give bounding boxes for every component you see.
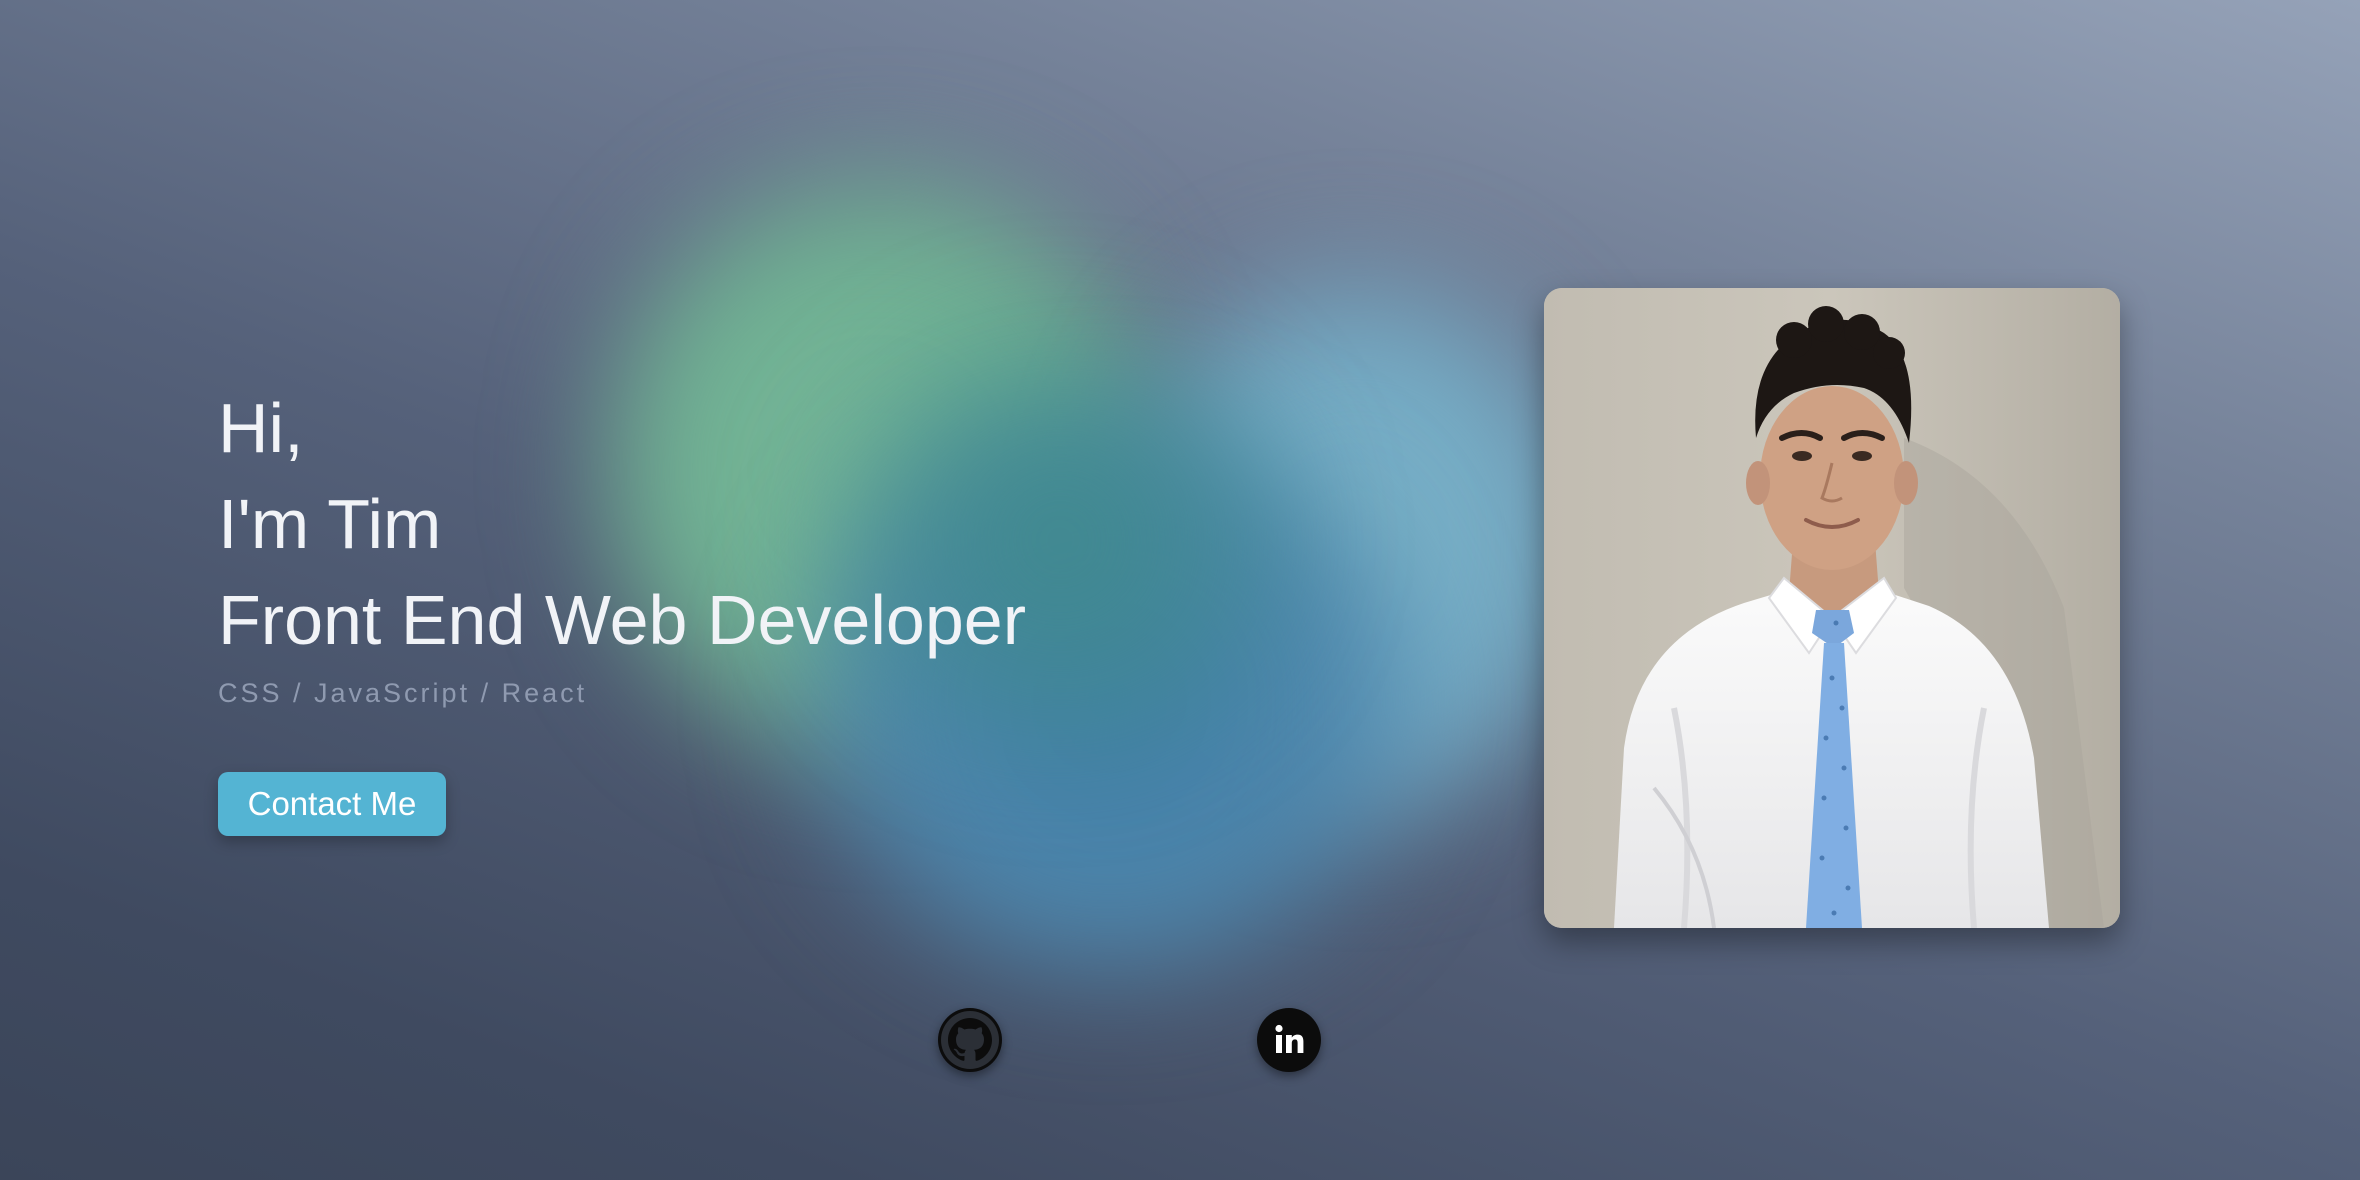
hero-greeting: Hi, — [218, 389, 304, 467]
hero-role: Front End Web Developer — [218, 581, 1027, 659]
hero-section: Hi, I'm Tim Front End Web Developer CSS … — [218, 380, 1118, 709]
github-link[interactable] — [938, 1008, 1002, 1072]
linkedin-link[interactable] — [1257, 1008, 1321, 1072]
profile-photo — [1544, 288, 2120, 928]
hero-intro: I'm Tim — [218, 485, 442, 563]
github-icon — [941, 1011, 999, 1069]
contact-me-button[interactable]: Contact Me — [218, 772, 446, 836]
hero-tech-stack: CSS / JavaScript / React — [218, 678, 588, 708]
linkedin-icon — [1275, 1024, 1304, 1053]
profile-photo-illustration — [1544, 288, 2120, 928]
